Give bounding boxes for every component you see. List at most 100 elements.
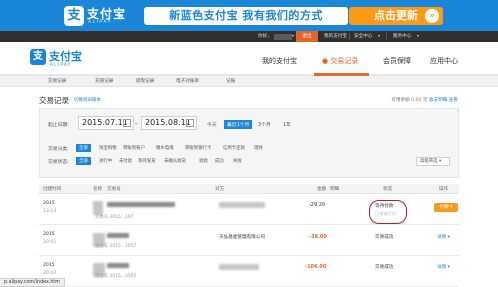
row-trade-no: 流水号 2015…1057	[95, 244, 137, 249]
status-filter-label: 交易状态:	[48, 160, 69, 165]
quick-3-months[interactable]: 3个月	[258, 121, 271, 128]
status-failed[interactable]: 失败	[233, 158, 242, 164]
row-counterpart: 天弘基金管理有限公司	[219, 235, 265, 240]
col-created-time: 创建时间	[43, 187, 62, 192]
item-name-masked	[107, 233, 129, 238]
status-success[interactable]: 成功	[215, 158, 224, 164]
alipay-logo-glyph: 支	[67, 8, 81, 23]
row-status: 交易成功	[375, 265, 394, 270]
main-header: 支 支付宝 ALIPAY 我的支付宝 ● 交易记录 会员保障 应用中心	[0, 42, 498, 76]
user-dropdown-icon[interactable]: ▾	[292, 33, 294, 38]
row-status: 交易成功	[375, 235, 394, 240]
row-amount: -106.00	[305, 264, 327, 270]
row-time: 20:02	[43, 271, 57, 276]
status-url-tooltip: p.alipay.com/index.htm	[0, 278, 65, 287]
status-unconfirmed[interactable]: 未确认收货	[164, 158, 186, 164]
col-detail: 明细	[330, 187, 340, 192]
start-date-value: 2015.07.11	[82, 118, 128, 127]
nav-my-alipay[interactable]: 我的支付宝	[262, 56, 297, 66]
nav-app-center[interactable]: 应用中心	[430, 56, 458, 66]
subtab-recharge-records[interactable]: 充值记录	[95, 78, 113, 84]
subtab-e-statement[interactable]: 电子对账单	[176, 78, 199, 84]
col-name: 名称	[93, 187, 103, 192]
quick-today[interactable]: 今天	[207, 121, 217, 128]
quick-last-month[interactable]: 最近1个月	[224, 120, 253, 129]
promo-banner[interactable]: 支 支付宝 ALIPAY 新蓝色支付宝 我有我们的方式 点击更新 »	[0, 0, 498, 31]
balance-amount: 0.00	[411, 98, 422, 103]
start-date-input[interactable]: 2015.07.11	[78, 116, 134, 130]
banner-slogan: 新蓝色支付宝 我有我们的方式	[144, 7, 348, 25]
nav-member-protection[interactable]: 会员保障	[383, 56, 411, 66]
date-separator: -	[135, 120, 138, 128]
type-utilities[interactable]: 缴水电煤	[156, 145, 174, 151]
row-time: 20:01	[43, 240, 57, 245]
table-row: 2015 20:01 流水号 2015…1057 天弘基金管理有限公司 -38.…	[39, 226, 459, 256]
subtab-bookkeeping[interactable]: 记账	[226, 78, 235, 84]
item-name-masked	[107, 202, 175, 207]
type-transfer-bank[interactable]: 转账到银行卡	[185, 145, 211, 151]
status-in-progress[interactable]: 进行中	[99, 158, 112, 164]
security-dropdown-icon[interactable]: ▾	[378, 33, 380, 38]
item-name-masked	[107, 263, 129, 268]
type-filter-label: 交易分类:	[48, 147, 69, 152]
col-counterpart: 对方	[215, 187, 225, 192]
topbar-separator	[386, 33, 387, 40]
row-trade-no: 交易号 2015…107	[95, 215, 134, 220]
view-link[interactable]: 查看	[449, 98, 458, 103]
detail-link[interactable]: 详情 ▾	[437, 234, 450, 240]
advanced-filter-dropdown[interactable]: 高级筛选 ▾	[416, 157, 450, 166]
greeting-text: 你好，	[258, 34, 272, 39]
switch-version-link[interactable]: 切换到旧版本	[74, 97, 101, 103]
nav-transaction-records-label: 交易记录	[330, 57, 359, 65]
topbar-separator	[349, 33, 350, 40]
banner-arrow-icon[interactable]: »	[425, 9, 439, 23]
type-finance[interactable]: 理财	[254, 145, 263, 151]
col-amount: 金额	[317, 187, 327, 192]
date-range-label: 起止日期:	[48, 123, 69, 128]
row-trade-no: 流水号 2015…5565	[95, 274, 137, 279]
type-taobao[interactable]: 淘宝购物	[99, 145, 117, 151]
quick-1-year[interactable]: 1年	[283, 121, 291, 128]
username-masked	[274, 34, 292, 40]
calendar-icon[interactable]	[186, 119, 194, 127]
sub-nav: 交易记录 充值记录 提现记录 电子对账单 记账	[0, 76, 498, 87]
counterpart-masked	[219, 202, 265, 208]
top-bar: 你好， ▾ 退出 我的支付宝 安全中心 ▾ 服务中心 ▾	[0, 31, 498, 42]
balance-label: 可用余额	[391, 98, 410, 103]
logo-subtext: ALIPAY	[50, 62, 72, 67]
topbar-security-center-link[interactable]: 安全中心	[354, 33, 372, 39]
end-date-input[interactable]: 2015.08.11	[141, 116, 197, 130]
income-detail-link[interactable]: 收支明细	[429, 98, 447, 103]
type-all[interactable]: 全部	[76, 144, 91, 152]
status-unpaid[interactable]: 未付款	[119, 158, 132, 164]
page-title: 交易记录	[39, 96, 69, 105]
subtab-transaction-records[interactable]: 交易记录	[48, 78, 66, 84]
row-amount: -29.20	[309, 202, 326, 208]
calendar-icon[interactable]	[123, 119, 131, 127]
status-all[interactable]: 全部	[76, 157, 91, 165]
subtab-withdraw-records[interactable]: 提现记录	[136, 78, 154, 84]
filter-panel: 起止日期: 2015.07.11 - 2015.08.11 今天 最近1个月 3…	[39, 108, 459, 178]
type-transfer-account[interactable]: 转账到账户	[123, 145, 145, 151]
col-trade-no: 交易号	[107, 187, 121, 192]
alipay-logo-icon: 支	[64, 6, 84, 26]
status-awaiting-shipment[interactable]: 等待发货	[138, 158, 156, 164]
type-credit-card[interactable]: 信用卡还款	[223, 145, 245, 151]
nav-transaction-records[interactable]: ● 交易记录	[322, 56, 358, 66]
alipay-logo-icon[interactable]: 支	[30, 49, 46, 65]
status-refund[interactable]: 退款	[199, 158, 208, 164]
balance-unit: 元	[422, 98, 428, 103]
service-dropdown-icon[interactable]: ▾	[417, 33, 419, 38]
col-status: 状态	[383, 187, 393, 192]
end-date-value: 2015.08.11	[145, 118, 191, 127]
banner-brand-sub: ALIPAY	[88, 20, 112, 25]
logout-button[interactable]: 退出	[296, 31, 318, 42]
pay-button[interactable]: 付款 ▾	[434, 203, 458, 212]
topbar-service-center-link[interactable]: 服务中心	[393, 33, 411, 39]
table-header: 创建时间 名称 交易号 对方 金额 明细 状态 操作	[39, 184, 459, 194]
counterpart-masked	[219, 264, 259, 270]
topbar-my-alipay-link[interactable]: 我的支付宝	[324, 33, 347, 39]
row-date: 2015	[43, 232, 55, 237]
detail-link[interactable]: 详情 ▾	[437, 264, 450, 270]
item-thumbnail	[93, 201, 103, 215]
